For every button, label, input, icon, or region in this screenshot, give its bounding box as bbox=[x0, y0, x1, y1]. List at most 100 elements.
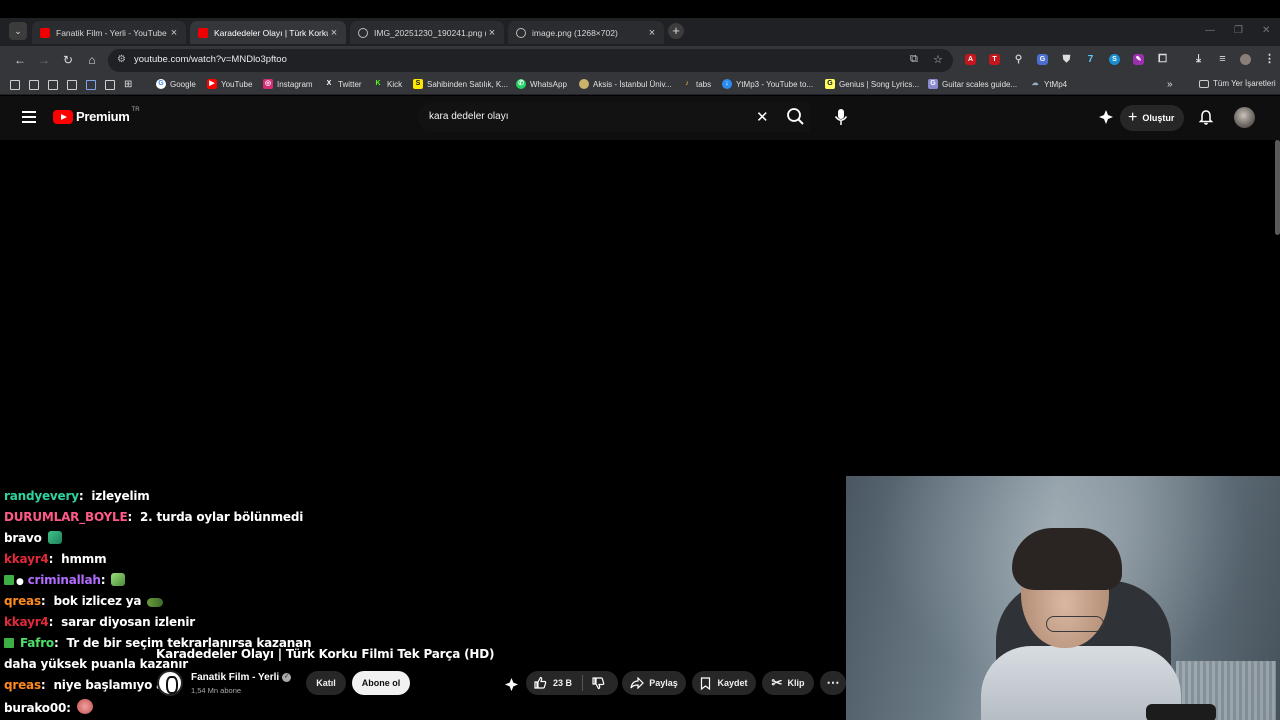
browser-tab[interactable]: Fanatik Film - Yerli - YouTube × bbox=[32, 21, 186, 44]
chat-emote bbox=[111, 573, 126, 586]
chat-text: hmmm bbox=[61, 552, 107, 566]
close-icon[interactable]: × bbox=[328, 27, 340, 39]
chat-text: 2. turda oylar bölünmedi bbox=[140, 510, 304, 524]
tab-search-button[interactable]: ⌄ bbox=[9, 22, 27, 40]
channel-avatar[interactable] bbox=[157, 670, 183, 696]
bookmark-folder-icon[interactable] bbox=[105, 80, 115, 90]
save-button[interactable]: Kaydet bbox=[692, 671, 756, 695]
close-icon[interactable]: × bbox=[168, 27, 180, 39]
maximize-icon[interactable]: ❐ bbox=[1234, 25, 1243, 36]
back-arrow-icon[interactable]: ← bbox=[13, 53, 27, 67]
browser-tab-active[interactable]: Karadedeler Olayı | Türk Korku × bbox=[190, 21, 346, 44]
like-divider bbox=[582, 675, 584, 691]
download-icon[interactable]: ⤓ bbox=[1193, 54, 1204, 65]
seven-extension-icon[interactable]: 7 bbox=[1085, 54, 1096, 65]
join-button[interactable]: Katıl bbox=[306, 671, 346, 695]
bookmark-label: YtMp3 - YouTube to... bbox=[736, 79, 814, 89]
youtube-premium-logo[interactable]: Premium TR bbox=[53, 107, 140, 124]
bookmark-label: Genius | Song Lyrics... bbox=[839, 79, 920, 89]
puzzle-icon[interactable]: ⧠ bbox=[1157, 54, 1168, 65]
install-app-icon[interactable]: ⧉ bbox=[910, 53, 918, 66]
all-bookmarks[interactable]: Tüm Yer İşaretleri bbox=[1199, 79, 1276, 88]
bookmark-kick[interactable]: K Kick bbox=[373, 79, 402, 89]
voice-search-button[interactable] bbox=[828, 104, 854, 130]
new-tab-button[interactable]: + bbox=[668, 23, 684, 39]
adblock-extension-icon[interactable]: A bbox=[965, 54, 976, 65]
bookmark-folder-icon[interactable] bbox=[86, 80, 96, 90]
youtube-icon: ▶ bbox=[207, 79, 217, 89]
menu-icon[interactable] bbox=[22, 111, 36, 126]
bookmark-sahibinden[interactable]: S Sahibinden Satılık, K... bbox=[413, 79, 508, 89]
bookmark-folder-icon[interactable] bbox=[10, 80, 20, 90]
notifications-bell-icon[interactable] bbox=[1198, 109, 1214, 126]
address-bar[interactable]: ⚙ youtube.com/watch?v=MNDlo3pftoo ⧉ ☆ bbox=[108, 49, 953, 72]
channel-name[interactable]: Fanatik Film - Yerli bbox=[191, 672, 279, 683]
bookmark-youtube[interactable]: ▶ YouTube bbox=[207, 79, 252, 89]
bookmark-label: Guitar scales guide... bbox=[942, 79, 1018, 89]
browser-tab[interactable]: IMG_20251230_190241.png (10 × bbox=[350, 21, 504, 44]
chevron-down-icon: ⌄ bbox=[14, 25, 22, 36]
kebab-menu-icon[interactable]: ⋮ bbox=[1264, 54, 1275, 65]
guitar-icon: G bbox=[928, 79, 938, 89]
profile-avatar-icon[interactable] bbox=[1240, 54, 1251, 65]
account-avatar[interactable] bbox=[1234, 107, 1255, 128]
sparkle-icon[interactable] bbox=[504, 677, 519, 692]
bookmark-folder-icon[interactable] bbox=[48, 80, 58, 90]
subscribe-button[interactable]: Abone ol bbox=[352, 671, 410, 695]
clip-button[interactable]: ✂ Klip bbox=[762, 671, 814, 695]
color-extension-icon[interactable]: ✎ bbox=[1133, 54, 1144, 65]
translate-extension-icon[interactable]: G bbox=[1037, 54, 1048, 65]
bookmark-whatsapp[interactable]: ✆ WhatsApp bbox=[516, 79, 567, 89]
bookmark-google[interactable]: G Google bbox=[156, 79, 196, 89]
like-count[interactable]: 23 B bbox=[553, 678, 572, 688]
bookmark-aksis[interactable]: Aksis - İstanbul Üniv... bbox=[579, 79, 672, 89]
bookmark-label: Instagram bbox=[277, 79, 313, 89]
bookmark-folder-icon[interactable] bbox=[29, 80, 39, 90]
bookmark-star-icon[interactable]: ☆ bbox=[933, 53, 943, 66]
bookmark-ytmp3[interactable]: ↓ YtMp3 - YouTube to... bbox=[722, 79, 813, 89]
chat-message: burako00: bbox=[4, 699, 93, 715]
close-icon[interactable]: × bbox=[486, 27, 498, 39]
subscribe-label: Abone ol bbox=[361, 678, 401, 688]
badge-icon: ● bbox=[16, 577, 24, 587]
media-control-icon[interactable]: ≡ bbox=[1217, 54, 1228, 65]
more-actions-button[interactable]: ⋯ bbox=[820, 671, 846, 695]
thumbs-down-icon[interactable] bbox=[591, 676, 605, 690]
minimize-icon[interactable]: — bbox=[1205, 25, 1215, 36]
clear-search-icon[interactable]: ✕ bbox=[756, 108, 769, 126]
shield-extension-icon[interactable]: ⛊ bbox=[1061, 54, 1072, 65]
forward-arrow-icon[interactable]: → bbox=[37, 53, 51, 67]
bookmark-guitar[interactable]: G Guitar scales guide... bbox=[928, 79, 1017, 89]
sync-extension-icon[interactable]: S bbox=[1109, 54, 1120, 65]
share-label: Paylaş bbox=[649, 678, 678, 688]
search-extension-icon[interactable]: ⚲ bbox=[1013, 54, 1024, 65]
close-icon[interactable]: × bbox=[646, 27, 658, 39]
bookmark-folder-icon[interactable] bbox=[67, 80, 77, 90]
create-button[interactable]: + Oluştur bbox=[1120, 105, 1185, 131]
apps-grid-icon[interactable]: ⊞ bbox=[124, 79, 132, 90]
thumbs-up-icon[interactable] bbox=[533, 676, 547, 690]
reload-icon[interactable]: ↻ bbox=[61, 53, 75, 67]
chat-message: DURUMLAR_BOYLE: 2. turda oylar bölünmedi bbox=[4, 510, 304, 524]
chat-message: ● criminallah: bbox=[4, 573, 126, 587]
window-close-icon[interactable]: ✕ bbox=[1262, 25, 1270, 36]
tp-extension-icon[interactable]: T bbox=[989, 54, 1000, 65]
sparkle-icon[interactable] bbox=[1098, 109, 1114, 125]
browser-tab[interactable]: image.png (1268×702) × bbox=[508, 21, 664, 44]
search-button[interactable] bbox=[776, 102, 816, 132]
youtube-icon bbox=[40, 27, 50, 38]
bookmark-twitter[interactable]: X Twitter bbox=[324, 79, 362, 89]
page-scrollbar[interactable] bbox=[1275, 140, 1280, 235]
home-icon[interactable]: ⌂ bbox=[85, 53, 99, 67]
bookmark-instagram[interactable]: ◎ Instagram bbox=[263, 79, 313, 89]
chat-message: kkayr4: hmmm bbox=[4, 552, 107, 566]
bookmark-genius[interactable]: G Genius | Song Lyrics... bbox=[825, 79, 919, 89]
search-input[interactable]: kara dedeler olayı ✕ bbox=[418, 102, 810, 132]
bookmark-tabs[interactable]: ♪ tabs bbox=[682, 79, 711, 89]
browser-toolbar: ← → ↻ ⌂ ⚙ youtube.com/watch?v=MNDlo3pfto… bbox=[0, 46, 1280, 75]
bookmark-ytmp4[interactable]: ☁ YtMp4 bbox=[1030, 79, 1068, 89]
share-button[interactable]: Paylaş bbox=[622, 671, 686, 695]
bookmarks-overflow-icon[interactable]: » bbox=[1167, 79, 1173, 90]
site-info-icon[interactable]: ⚙ bbox=[117, 54, 126, 65]
bookmark-label: Aksis - İstanbul Üniv... bbox=[593, 79, 672, 89]
